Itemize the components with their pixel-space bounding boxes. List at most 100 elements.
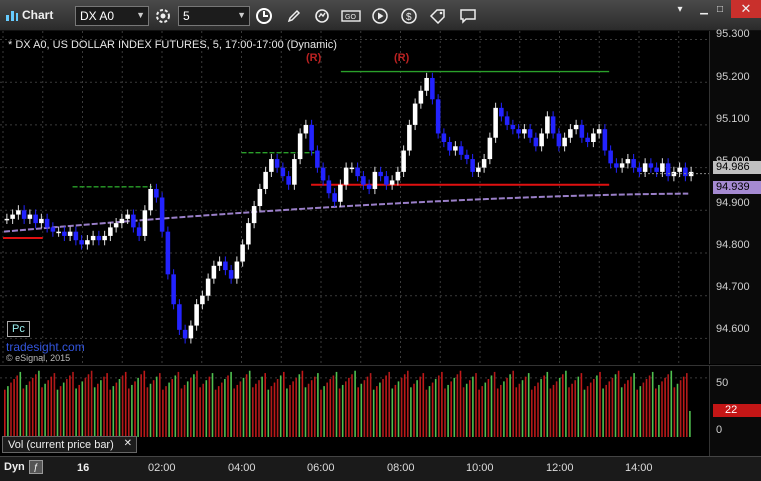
volume-bar	[385, 375, 387, 437]
volume-bar	[388, 371, 390, 437]
volume-bar	[224, 379, 226, 437]
interval-input[interactable]: 5 ▼	[178, 6, 250, 26]
volume-tab-label: Vol (current price bar)	[8, 439, 114, 451]
volume-bar	[124, 371, 127, 437]
volume-bar	[106, 373, 108, 437]
price-tick: 95.200	[716, 71, 750, 83]
candle-body	[154, 188, 159, 198]
pc-badge[interactable]: Pc	[7, 321, 30, 337]
volume-bar	[394, 384, 397, 437]
volume-bar	[571, 383, 573, 437]
volume-bar	[335, 371, 338, 437]
time-tick: 12:00	[546, 462, 574, 474]
close-button[interactable]: ✕	[731, 0, 761, 18]
candle-body	[395, 171, 401, 181]
candle-body	[602, 129, 608, 151]
volume-bar	[211, 373, 214, 437]
chart-type-button[interactable]: GO	[340, 6, 362, 26]
volume-bar	[314, 376, 316, 437]
time-tick: 10:00	[466, 462, 494, 474]
candle-body	[343, 167, 349, 185]
candle-body	[4, 218, 10, 221]
chevron-down-icon[interactable]: ▼	[237, 10, 246, 20]
volume-bar	[658, 384, 660, 437]
candle-body	[320, 167, 326, 181]
volume-bar	[552, 384, 555, 437]
volume-bar	[555, 381, 558, 437]
volume-bar	[664, 377, 666, 437]
volume-bar	[484, 382, 487, 437]
volume-bar	[279, 375, 282, 437]
volume-bar	[261, 376, 263, 437]
volume-bar	[403, 374, 406, 437]
volume-bar	[121, 375, 124, 437]
volume-axis[interactable]: 50 0 22	[709, 365, 761, 456]
volume-bar	[78, 384, 80, 437]
candle-body	[200, 295, 205, 305]
candle-body	[648, 163, 654, 168]
price-axis[interactable]: 95.300 95.200 95.100 95.000 94.900 94.80…	[709, 28, 761, 364]
candle-body	[159, 197, 165, 232]
draw-button[interactable]	[283, 6, 305, 26]
candle-body	[125, 214, 130, 219]
candle-body	[257, 188, 263, 207]
candle-body	[504, 116, 510, 125]
volume-bar	[627, 380, 629, 437]
play-button[interactable]	[369, 6, 391, 26]
candle-body	[108, 227, 113, 236]
volume-bar	[245, 374, 248, 437]
volume-plot[interactable]	[0, 365, 709, 437]
candle-body	[33, 214, 38, 224]
volume-bar	[35, 374, 37, 437]
volume-bar	[568, 387, 570, 437]
clock-button[interactable]	[253, 6, 275, 26]
tag-button[interactable]	[427, 6, 449, 26]
volume-bar	[493, 371, 496, 437]
chevron-down-icon[interactable]: ▼	[136, 10, 145, 20]
time-tick: 02:00	[148, 462, 176, 474]
volume-bar	[620, 387, 623, 437]
candle-body	[303, 124, 309, 134]
volume-bar	[286, 388, 288, 437]
dollar-button[interactable]: $	[398, 6, 420, 26]
candle-body	[165, 231, 171, 275]
volume-bar	[655, 388, 657, 437]
pin-button[interactable]: ▾	[668, 0, 692, 18]
volume-bar	[292, 381, 294, 437]
time-axis[interactable]: Dyn ƒ 16 02:00 04:00 06:00 08:00 10:00 1…	[0, 456, 761, 481]
volume-bar	[444, 388, 446, 437]
settings-gear-button[interactable]	[152, 6, 174, 26]
dynamic-scale-icon[interactable]: ƒ	[29, 460, 43, 474]
volume-bar	[521, 380, 524, 437]
maximize-button[interactable]: □	[708, 0, 732, 18]
brand-link[interactable]: tradesight.com	[6, 340, 85, 354]
volume-study-tab[interactable]: Vol (current price bar) ✕	[2, 436, 137, 453]
volume-bar	[636, 389, 638, 437]
candle-body	[148, 188, 153, 211]
volume-bar	[115, 382, 118, 437]
volume-bar	[196, 370, 198, 437]
price-plot[interactable]: * DX A0, US DOLLAR INDEX FUTURES, 5, 17:…	[0, 31, 709, 364]
volume-bar	[673, 387, 676, 437]
volume-bar	[62, 382, 65, 437]
volume-bar	[230, 371, 232, 437]
volume-bar	[283, 371, 285, 437]
candle-body	[470, 159, 475, 172]
candle-body	[550, 116, 556, 134]
last-price-label: 94.986	[713, 161, 761, 174]
volume-bar	[651, 371, 654, 437]
volume-bar	[143, 370, 146, 437]
candle-body	[269, 159, 274, 172]
volume-bar	[323, 386, 325, 437]
volume-bar	[109, 389, 111, 437]
chart-title: * DX A0, US DOLLAR INDEX FUTURES, 5, 17:…	[8, 39, 337, 51]
close-icon[interactable]: ✕	[124, 438, 132, 449]
symbol-input[interactable]: DX A0 ▼	[75, 6, 149, 26]
comment-button[interactable]	[457, 6, 479, 26]
volume-tick: 0	[716, 424, 723, 436]
candle-body	[96, 235, 102, 241]
volume-bar	[221, 382, 223, 437]
candle-body	[90, 235, 96, 241]
refresh-button[interactable]	[311, 6, 333, 26]
candle-body	[389, 180, 395, 185]
